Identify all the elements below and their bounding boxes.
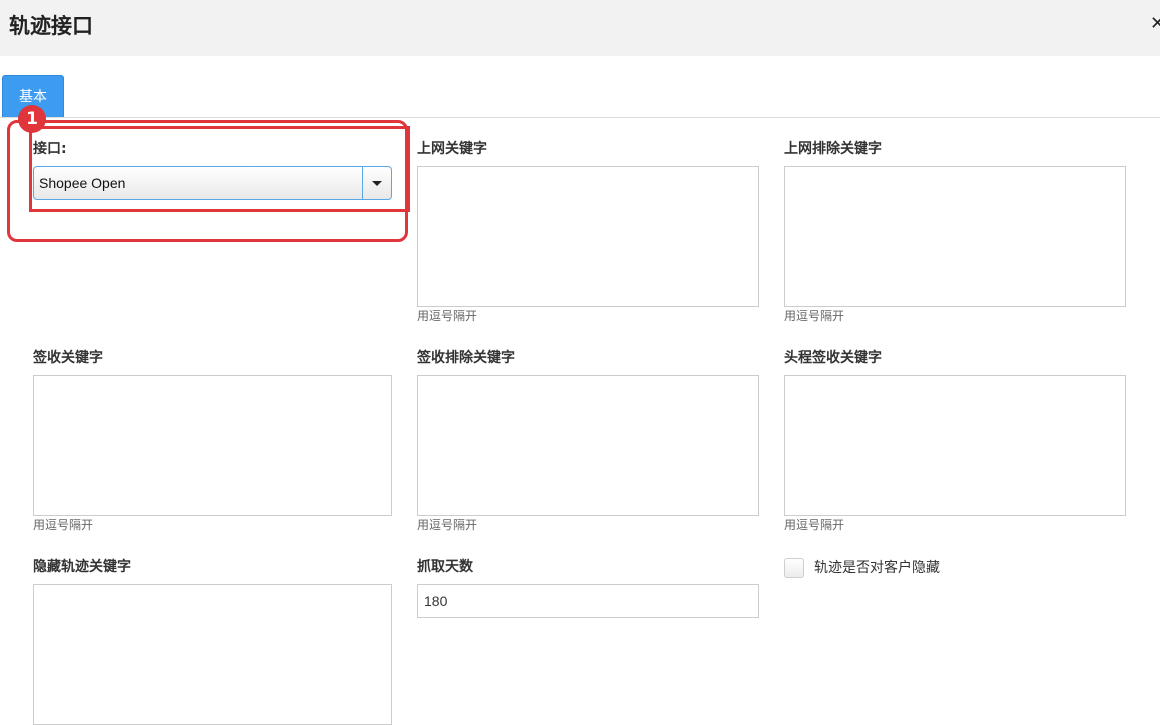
online-exclude-keywords-textarea[interactable]: [784, 166, 1126, 307]
online-keywords-textarea[interactable]: [417, 166, 759, 307]
dialog-header: 轨迹接口 ✕: [0, 0, 1160, 56]
online-keywords-label: 上网关键字: [417, 141, 487, 157]
first-leg-signed-keywords-textarea[interactable]: [784, 375, 1126, 516]
dialog-title: 轨迹接口: [9, 14, 93, 38]
signed-keywords-label: 签收关键字: [33, 350, 103, 366]
hide-from-customer-checkbox[interactable]: [784, 558, 804, 578]
hide-track-keywords-textarea[interactable]: [33, 584, 392, 725]
online-exclude-keywords-hint: 用逗号隔开: [784, 309, 845, 323]
signed-exclude-keywords-label: 签收排除关键字: [417, 350, 515, 366]
dropdown-button[interactable]: [362, 167, 391, 199]
hide-from-customer-label: 轨迹是否对客户隐藏: [814, 560, 940, 576]
signed-exclude-keywords-hint: 用逗号隔开: [417, 518, 478, 532]
step-number-badge: 1: [18, 105, 46, 133]
signed-keywords-hint: 用逗号隔开: [33, 518, 94, 532]
close-icon[interactable]: ✕: [1150, 13, 1160, 35]
interface-select[interactable]: Shopee Open: [33, 166, 392, 200]
interface-label: 接口:: [33, 141, 67, 157]
tab-divider: [0, 117, 1160, 118]
interface-select-value: Shopee Open: [39, 175, 126, 191]
fetch-days-label: 抓取天数: [417, 559, 473, 575]
chevron-down-icon: [372, 181, 382, 186]
fetch-days-input[interactable]: [417, 584, 759, 618]
signed-exclude-keywords-textarea[interactable]: [417, 375, 759, 516]
online-keywords-hint: 用逗号隔开: [417, 309, 478, 323]
first-leg-signed-keywords-hint: 用逗号隔开: [784, 518, 845, 532]
online-exclude-keywords-label: 上网排除关键字: [784, 141, 882, 157]
first-leg-signed-keywords-label: 头程签收关键字: [784, 350, 882, 366]
signed-keywords-textarea[interactable]: [33, 375, 392, 516]
hide-track-keywords-label: 隐藏轨迹关键字: [33, 559, 131, 575]
